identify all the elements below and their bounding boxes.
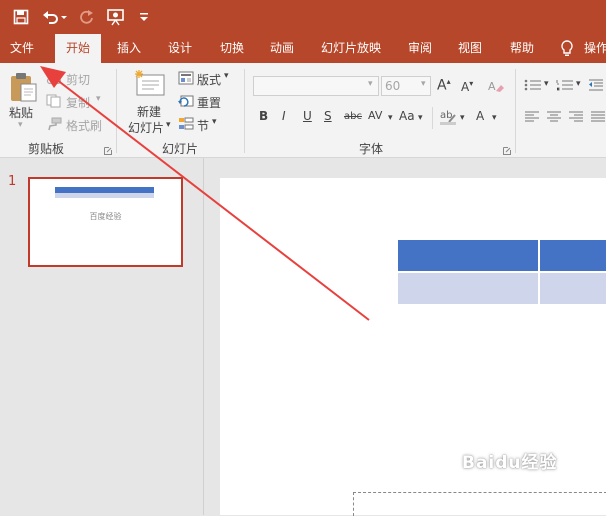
baidu-watermark: Baidu经验	[462, 453, 558, 473]
annotation-arrow-icon	[40, 66, 370, 321]
